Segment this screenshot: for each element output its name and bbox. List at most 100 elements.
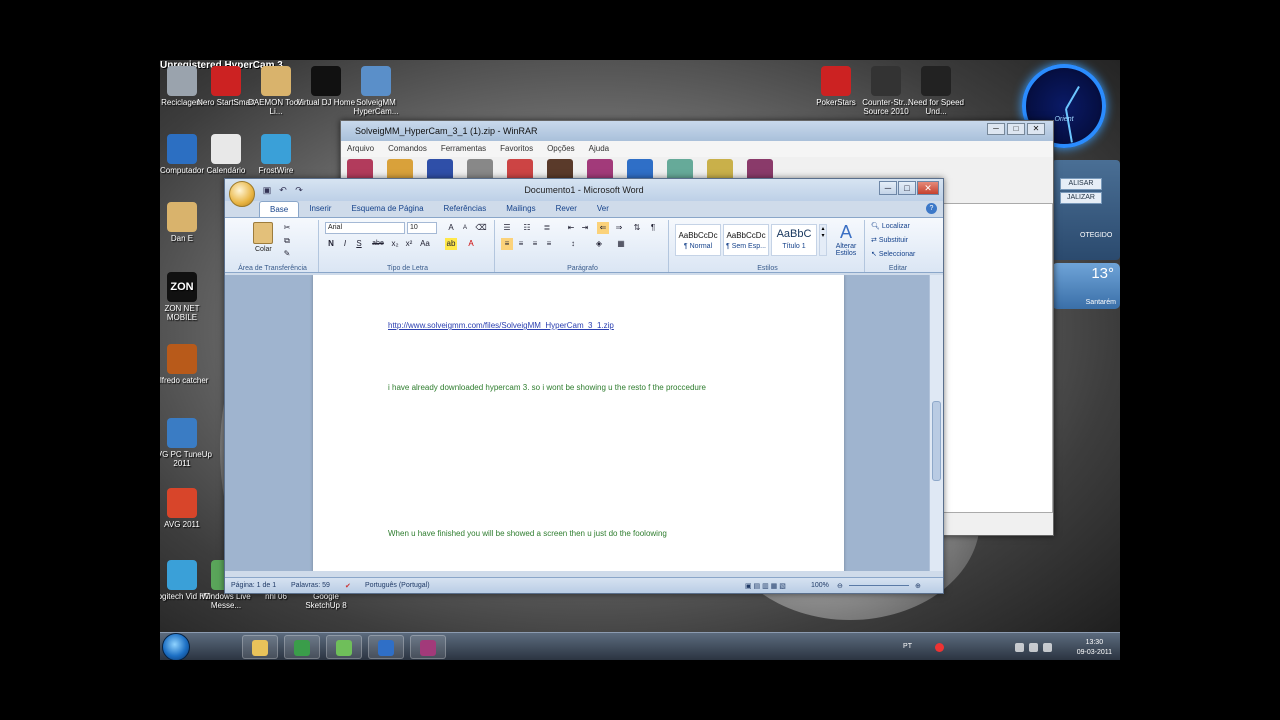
action-center-icon[interactable] <box>1015 643 1024 652</box>
minimize-button[interactable]: ─ <box>987 123 1005 135</box>
tab-esquema[interactable]: Esquema de Página <box>341 201 433 217</box>
vertical-scrollbar[interactable] <box>929 275 943 571</box>
taskbar-winrar-button[interactable] <box>410 635 446 659</box>
menu-arquivo[interactable]: Arquivo <box>347 144 374 157</box>
desktop-icon[interactable]: alfredo catcher <box>160 344 212 385</box>
borders-icon[interactable]: ▦ <box>615 238 627 250</box>
close-button[interactable]: ✕ <box>1027 123 1045 135</box>
volume-icon[interactable] <box>1043 643 1052 652</box>
desktop-icon[interactable]: Dan E <box>160 202 212 243</box>
shading-icon[interactable]: ◈ <box>593 238 605 250</box>
subscript-button[interactable]: x₂ <box>389 238 401 250</box>
sort-icon[interactable]: ⇅ <box>631 222 643 234</box>
grow-font-icon[interactable]: A <box>445 222 457 234</box>
italic-button[interactable]: I <box>339 238 351 250</box>
zoom-in-icon[interactable]: ⊕ <box>915 582 921 590</box>
tray-app-icon[interactable] <box>935 643 944 652</box>
menu-favoritos[interactable]: Favoritos <box>500 144 533 157</box>
style-no-spacing[interactable]: AaBbCcDc ¶ Sem Esp... <box>723 224 769 256</box>
ltr-icon[interactable]: ⇒ <box>613 222 625 234</box>
styles-scroll[interactable]: ▴ ▾ <box>819 224 827 256</box>
shrink-font-icon[interactable]: A <box>459 222 471 234</box>
strikethrough-button[interactable]: abe <box>369 238 387 250</box>
font-size-select[interactable]: 10 <box>407 222 437 234</box>
select-button[interactable]: ↖ Seleccionar <box>871 250 915 258</box>
menu-comandos[interactable]: Comandos <box>388 144 427 157</box>
multilevel-icon[interactable]: ≣ <box>541 222 553 234</box>
clear-format-icon[interactable]: ⌫ <box>475 222 487 234</box>
align-center-icon[interactable]: ≡ <box>515 238 527 250</box>
align-left-icon[interactable]: ≡ <box>501 238 513 250</box>
word-window[interactable]: ▣ ↶ ↷ Documento1 - Microsoft Word ─ □ ✕ … <box>224 178 944 594</box>
tray-clock[interactable]: 13:30 09-03-2011 <box>1077 638 1112 658</box>
desktop-icon[interactable]: SolveigMM HyperCam... <box>346 66 406 116</box>
gadget-button-1[interactable]: ALISAR <box>1060 178 1102 190</box>
font-color-icon[interactable]: A <box>465 238 477 250</box>
help-icon[interactable]: ? <box>926 203 937 214</box>
zoom-out-icon[interactable]: ⊖ <box>837 582 843 590</box>
document-link[interactable]: http://www.solveigmm.com/files/SolveigMM… <box>388 321 614 330</box>
paste-button[interactable]: Colar <box>255 246 272 253</box>
winrar-titlebar[interactable]: SolveigMM_HyperCam_3_1 (1).zip - WinRAR … <box>341 121 1053 141</box>
close-button[interactable]: ✕ <box>917 181 939 195</box>
maximize-button[interactable]: □ <box>898 181 916 195</box>
desktop-icon[interactable]: Need for Speed Und... <box>906 66 966 116</box>
proofing-icon[interactable]: ✔ <box>345 582 351 590</box>
document-area[interactable]: http://www.solveigmm.com/files/SolveigMM… <box>225 275 929 571</box>
tab-base[interactable]: Base <box>259 201 300 217</box>
taskbar-chrome-button[interactable] <box>284 635 320 659</box>
underline-button[interactable]: S <box>353 238 365 250</box>
justify-icon[interactable]: ≡ <box>543 238 555 250</box>
office-button[interactable] <box>229 181 255 207</box>
replace-button[interactable]: ⇄ Substituir <box>871 236 908 244</box>
menu-ferramentas[interactable]: Ferramentas <box>441 144 486 157</box>
style-normal[interactable]: AaBbCcDc ¶ Normal <box>675 224 721 256</box>
network-icon[interactable] <box>1029 643 1038 652</box>
taskbar-explorer-button[interactable] <box>242 635 278 659</box>
tab-ver[interactable]: Ver <box>587 201 619 217</box>
language-indicator[interactable]: Português (Portugal) <box>365 582 430 589</box>
find-button[interactable]: 🔍︎ Localizar <box>871 222 910 230</box>
paste-icon[interactable] <box>253 222 273 244</box>
copy-icon[interactable]: ⧉ <box>281 235 293 247</box>
zoom-level[interactable]: 100% <box>811 582 829 589</box>
desktop-icon[interactable]: FrostWire <box>246 134 306 175</box>
align-right-icon[interactable]: ≡ <box>529 238 541 250</box>
decrease-indent-icon[interactable]: ⇤ <box>565 222 577 234</box>
document-page[interactable]: http://www.solveigmm.com/files/SolveigMM… <box>313 275 844 571</box>
desktop-icon[interactable]: AVG PC TuneUp 2011 <box>160 418 212 468</box>
superscript-button[interactable]: x² <box>403 238 415 250</box>
show-marks-icon[interactable]: ¶ <box>647 222 659 234</box>
bold-button[interactable]: N <box>325 238 337 250</box>
menu-ajuda[interactable]: Ajuda <box>589 144 609 157</box>
start-button[interactable] <box>162 633 190 660</box>
minimize-button[interactable]: ─ <box>879 181 897 195</box>
bullets-icon[interactable]: ☰ <box>501 222 513 234</box>
tab-referencias[interactable]: Referências <box>434 201 497 217</box>
page-count[interactable]: Página: 1 de 1 <box>231 582 276 589</box>
rtl-icon[interactable]: ⇐ <box>597 222 609 234</box>
highlight-icon[interactable]: ab <box>445 238 457 250</box>
view-buttons[interactable]: ▣ ▤ ▥ ▦ ▧ <box>745 582 786 590</box>
word-titlebar[interactable]: ▣ ↶ ↷ Documento1 - Microsoft Word ─ □ ✕ <box>225 179 943 201</box>
change-case-button[interactable]: Aa <box>417 238 433 250</box>
tab-mailings[interactable]: Mailings <box>496 201 545 217</box>
numbering-icon[interactable]: ☷ <box>521 222 533 234</box>
format-painter-icon[interactable]: ✎ <box>281 248 293 260</box>
scrollbar-thumb[interactable] <box>932 401 941 481</box>
weather-gadget[interactable]: 13° Santarém <box>1052 263 1120 309</box>
zoom-slider[interactable] <box>849 585 909 586</box>
change-styles-button[interactable]: A Alterar Estilos <box>831 222 861 257</box>
desktop-icon[interactable]: ZON ZON NET MOBILE <box>160 272 212 322</box>
increase-indent-icon[interactable]: ⇥ <box>579 222 591 234</box>
language-indicator[interactable]: PT <box>903 643 912 650</box>
tab-rever[interactable]: Rever <box>546 201 587 217</box>
maximize-button[interactable]: □ <box>1007 123 1025 135</box>
menu-opcoes[interactable]: Opções <box>547 144 575 157</box>
taskbar-green-app-button[interactable] <box>326 635 362 659</box>
taskbar-word-button[interactable] <box>368 635 404 659</box>
style-heading1[interactable]: AaBbC Título 1 <box>771 224 817 256</box>
cut-icon[interactable]: ✂ <box>281 222 293 234</box>
word-count[interactable]: Palavras: 59 <box>291 582 330 589</box>
tab-inserir[interactable]: Inserir <box>299 201 341 217</box>
